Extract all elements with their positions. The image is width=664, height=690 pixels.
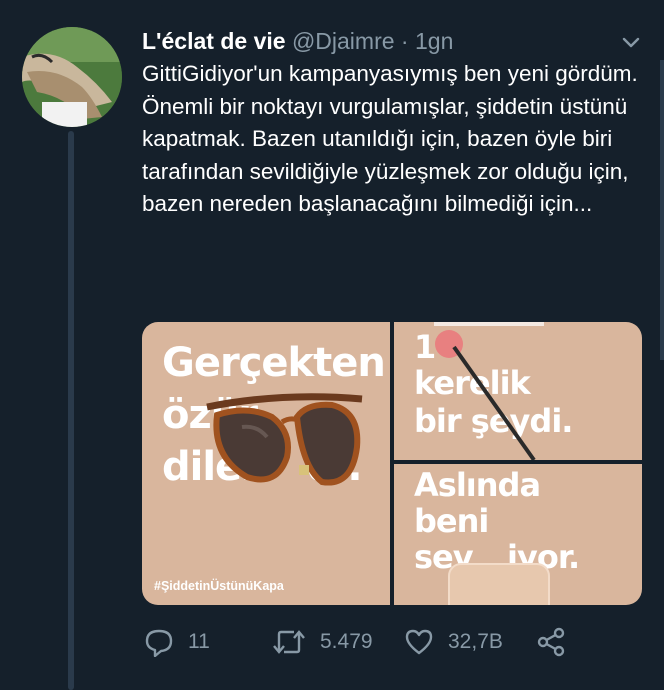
- share-button[interactable]: [536, 622, 580, 662]
- tweet-text: GittiGidiyor'un kampanyasıymış ben yeni …: [142, 61, 638, 216]
- caret-down-icon[interactable]: [622, 36, 640, 48]
- display-name[interactable]: L'éclat de vie: [142, 28, 286, 54]
- panel1-line1: Gerçekten: [162, 340, 386, 386]
- retweet-button[interactable]: 5.479: [272, 622, 373, 662]
- avatar-image: [22, 27, 122, 127]
- like-count: 32,7B: [448, 630, 503, 653]
- retweet-count: 5.479: [320, 630, 373, 653]
- handle[interactable]: @Djaimre: [292, 28, 395, 54]
- reply-count: 11: [188, 630, 210, 653]
- media-panel-brush[interactable]: 1 kerelik bir şeydi.: [394, 322, 642, 460]
- powder-compact-image: [448, 563, 550, 605]
- tweet-media[interactable]: Gerçekten özür diler di. #ŞiddetinÜstünü…: [142, 322, 642, 605]
- scroll-edge: [660, 60, 664, 360]
- hashtag-label: #ŞiddetinÜstünüKapa: [154, 579, 284, 593]
- panel3-line1: Aslında: [414, 466, 541, 504]
- media-panel-compact[interactable]: Aslında beni sev iyor.: [394, 464, 642, 605]
- tweet-actions: 11 5.479 32,7B: [142, 622, 642, 662]
- tweet-header: L'éclat de vie @Djaimre · 1gn: [142, 24, 634, 58]
- retweet-icon: [273, 630, 305, 654]
- makeup-brush-image: [434, 322, 544, 460]
- share-icon: [537, 627, 565, 657]
- media-panel-sunglasses[interactable]: Gerçekten özür diler di. #ŞiddetinÜstünü…: [142, 322, 390, 605]
- timestamp[interactable]: 1gn: [415, 28, 453, 54]
- avatar[interactable]: [22, 27, 122, 127]
- reply-icon: [145, 629, 173, 657]
- like-button[interactable]: 32,7B: [404, 622, 503, 662]
- reply-button[interactable]: 11: [144, 622, 210, 662]
- separator: ·: [400, 28, 409, 54]
- thread-line: [68, 131, 74, 690]
- sunglasses-image: [206, 393, 363, 486]
- like-icon: [405, 629, 433, 655]
- panel3-line2: beni: [414, 502, 489, 540]
